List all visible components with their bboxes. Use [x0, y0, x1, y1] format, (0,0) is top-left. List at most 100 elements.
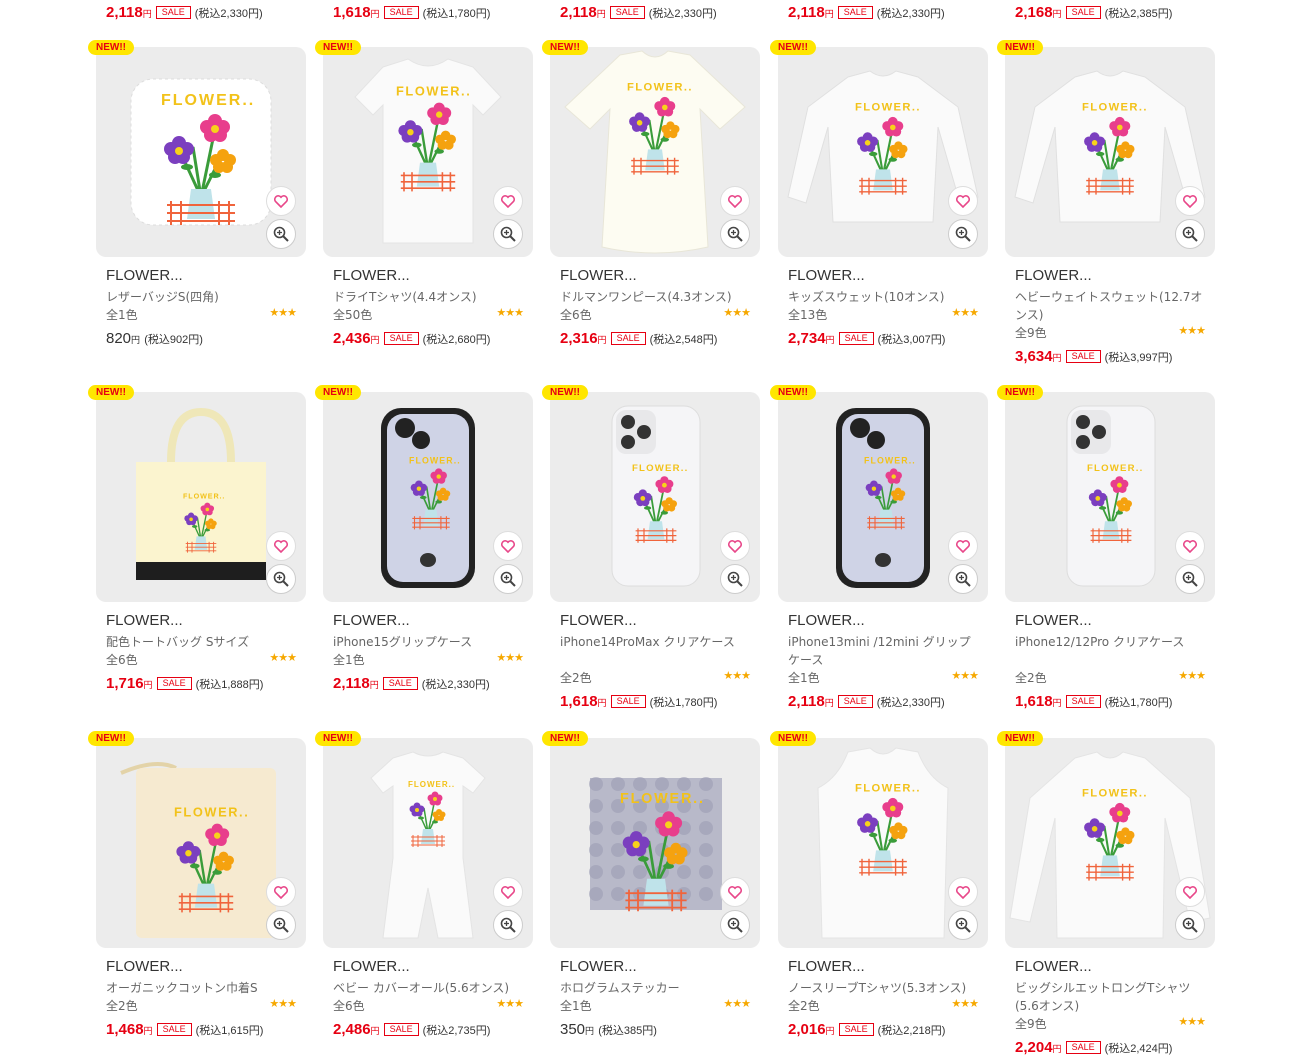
yen-unit: 円 [1052, 9, 1062, 19]
product-title[interactable]: FLOWER... [788, 612, 865, 629]
new-badge: NEW!! [770, 731, 816, 746]
new-badge: NEW!! [770, 40, 816, 55]
product-title[interactable]: FLOWER... [1015, 267, 1092, 284]
favorite-heart-icon[interactable] [948, 186, 978, 216]
yen-unit: 円 [370, 335, 380, 345]
product-title[interactable]: FLOWER... [1015, 612, 1092, 629]
zoom-magnifier-icon[interactable] [948, 910, 978, 940]
yen-unit: 円 [1052, 1044, 1062, 1054]
product-title[interactable]: FLOWER... [560, 958, 637, 975]
product-title[interactable]: FLOWER... [560, 612, 637, 629]
zoom-magnifier-icon[interactable] [720, 910, 750, 940]
rating-stars: ★★★ [496, 651, 524, 664]
zoom-magnifier-icon[interactable] [948, 219, 978, 249]
new-badge: NEW!! [315, 731, 361, 746]
favorite-heart-icon[interactable] [948, 531, 978, 561]
zoom-magnifier-icon[interactable] [493, 564, 523, 594]
yen-unit: 円 [142, 9, 152, 19]
favorite-heart-icon[interactable] [1175, 186, 1205, 216]
zoom-magnifier-icon[interactable] [493, 910, 523, 940]
new-badge: NEW!! [542, 385, 588, 400]
product-image[interactable]: FLOWER.. [96, 738, 306, 948]
product-image[interactable]: FLOWER.. [778, 392, 988, 602]
product-image[interactable]: FLOWER.. [323, 47, 533, 257]
rating-stars: ★★★ [269, 651, 297, 664]
zoom-magnifier-icon[interactable] [1175, 219, 1205, 249]
favorite-heart-icon[interactable] [948, 877, 978, 907]
favorite-heart-icon[interactable] [493, 186, 523, 216]
product-title[interactable]: FLOWER... [106, 612, 183, 629]
zoom-magnifier-icon[interactable] [266, 219, 296, 249]
product-title[interactable]: FLOWER... [106, 958, 183, 975]
product-image[interactable]: FLOWER.. [96, 47, 306, 257]
product-title[interactable]: FLOWER... [788, 958, 865, 975]
rating-stars: ★★★ [1178, 324, 1206, 337]
svg-text:FLOWER..: FLOWER.. [864, 455, 916, 465]
product-type-name: ヘビーウェイトスウェット(12.7オンス) [1015, 290, 1203, 322]
favorite-heart-icon[interactable] [266, 877, 296, 907]
sale-tag: SALE [1065, 6, 1101, 19]
new-badge: NEW!! [997, 731, 1043, 746]
zoom-magnifier-icon[interactable] [720, 219, 750, 249]
tax-included-price: (税込385円) [598, 1025, 657, 1037]
svg-text:FLOWER..: FLOWER.. [627, 82, 693, 94]
rating-stars: ★★★ [496, 306, 524, 319]
product-image[interactable]: FLOWER.. [1005, 47, 1215, 257]
rating-stars: ★★★ [1178, 669, 1206, 682]
product-title[interactable]: FLOWER... [106, 267, 183, 284]
product-image[interactable]: FLOWER.. [550, 392, 760, 602]
zoom-magnifier-icon[interactable] [1175, 910, 1205, 940]
price-value: 2,436 [333, 330, 371, 347]
zoom-magnifier-icon[interactable] [948, 564, 978, 594]
sale-tag: SALE [610, 695, 646, 708]
favorite-heart-icon[interactable] [266, 186, 296, 216]
zoom-magnifier-icon[interactable] [266, 564, 296, 594]
zoom-magnifier-icon[interactable] [493, 219, 523, 249]
product-image[interactable]: FLOWER.. [550, 738, 760, 948]
product-image[interactable]: FLOWER.. [323, 738, 533, 948]
product-image[interactable]: FLOWER.. [323, 392, 533, 602]
favorite-heart-icon[interactable] [266, 531, 296, 561]
product-image[interactable]: FLOWER.. [778, 738, 988, 948]
tax-included-price: (税込1,615円) [195, 1025, 264, 1037]
favorite-heart-icon[interactable] [720, 877, 750, 907]
new-badge: NEW!! [542, 40, 588, 55]
color-count: 全6色 [106, 653, 138, 667]
favorite-heart-icon[interactable] [720, 531, 750, 561]
favorite-heart-icon[interactable] [493, 531, 523, 561]
product-price: 2,118円 SALE (税込2,330円) [333, 675, 490, 692]
sale-tag: SALE [383, 1023, 419, 1036]
zoom-magnifier-icon[interactable] [720, 564, 750, 594]
product-title[interactable]: FLOWER... [333, 612, 410, 629]
product-grid: 2,118円 SALE (税込2,330円) 1,618円 SALE (税込1,780円)… [0, 0, 1316, 1058]
sale-tag: SALE [1065, 695, 1101, 708]
price-value: 2,118 [788, 4, 825, 21]
product-title[interactable]: FLOWER... [333, 958, 410, 975]
product-image[interactable]: FLOWER.. [778, 47, 988, 257]
product-title[interactable]: FLOWER... [560, 267, 637, 284]
product-image[interactable]: FLOWER.. [96, 392, 306, 602]
yen-unit: 円 [597, 698, 607, 708]
sale-tag: SALE [838, 1023, 874, 1036]
yen-unit: 円 [824, 9, 834, 19]
favorite-heart-icon[interactable] [1175, 531, 1205, 561]
zoom-magnifier-icon[interactable] [1175, 564, 1205, 594]
tax-included-price: (税込2,218円) [877, 1025, 946, 1037]
product-title[interactable]: FLOWER... [333, 267, 410, 284]
favorite-heart-icon[interactable] [720, 186, 750, 216]
price-value: 2,118 [560, 4, 597, 21]
product-image[interactable]: FLOWER.. [1005, 738, 1215, 948]
top-price-row: 2,118円 SALE (税込2,330円) [560, 4, 717, 21]
favorite-heart-icon[interactable] [493, 877, 523, 907]
product-title[interactable]: FLOWER... [1015, 958, 1092, 975]
price-value: 2,118 [788, 693, 825, 710]
product-image[interactable]: FLOWER.. [1005, 392, 1215, 602]
product-image[interactable]: FLOWER.. [550, 47, 760, 257]
zoom-magnifier-icon[interactable] [266, 910, 296, 940]
sale-tag: SALE [609, 6, 645, 19]
product-title[interactable]: FLOWER... [788, 267, 865, 284]
favorite-heart-icon[interactable] [1175, 877, 1205, 907]
rating-stars: ★★★ [269, 997, 297, 1010]
new-badge: NEW!! [997, 385, 1043, 400]
product-type-name: オーガニックコットン巾着S [106, 981, 258, 995]
